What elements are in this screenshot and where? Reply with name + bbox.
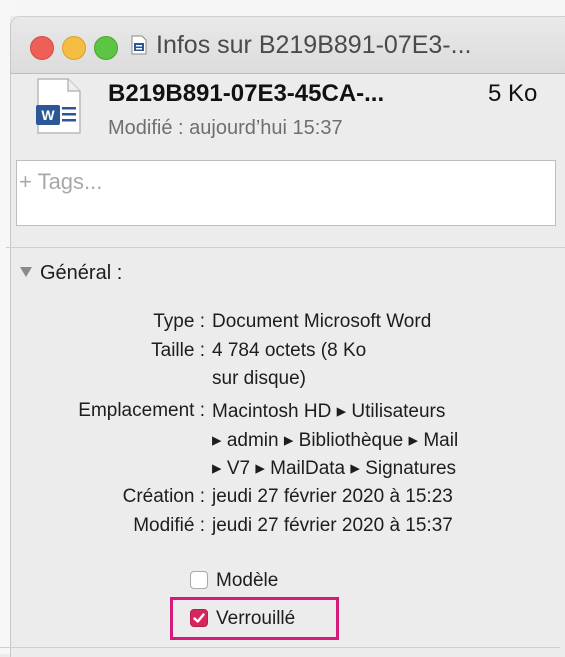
- type-value: Document Microsoft Word: [212, 311, 432, 332]
- type-label: Type :: [153, 311, 205, 332]
- close-button[interactable]: [30, 36, 54, 60]
- stationery-pad-label: Modèle: [216, 570, 279, 591]
- location-value-3: ▸ V7 ▸ MailData ▸ Signatures: [212, 458, 457, 479]
- document-icon: [131, 35, 147, 55]
- desktop-edge-left: [0, 0, 10, 654]
- minimize-button[interactable]: [62, 36, 86, 60]
- modified-label: Modifié :: [133, 515, 205, 536]
- file-size: 5 Ko: [488, 80, 538, 107]
- window-title: Infos sur B219B891-07E3-...: [156, 31, 472, 59]
- general-heading: Général :: [40, 262, 123, 284]
- info-window: Infos sur B219B891-07E3-...: [10, 16, 565, 657]
- size-value: 4 784 octets (8 Ko: [212, 340, 367, 361]
- location-value-2: ▸ admin ▸ Bibliothèque ▸ Mail: [212, 430, 459, 451]
- size-value-cont: sur disque): [212, 368, 306, 389]
- modified-date: Modifié : aujourd’hui 15:37: [108, 117, 343, 139]
- stationery-pad-checkbox[interactable]: [190, 571, 208, 589]
- tags-field[interactable]: + Tags...: [16, 160, 556, 226]
- stationery-pad-checkbox-row[interactable]: Modèle: [190, 570, 390, 596]
- highlight-box: [170, 597, 339, 640]
- zoom-button[interactable]: [94, 36, 118, 60]
- modified-value: jeudi 27 février 2020 à 15:37: [212, 515, 453, 536]
- svg-text:W: W: [41, 107, 55, 123]
- title-bar[interactable]: Infos sur B219B891-07E3-...: [11, 17, 565, 74]
- file-name: B219B891-07E3-45CA-...: [108, 80, 385, 107]
- desktop-edge-top: [0, 0, 565, 16]
- general-section-header[interactable]: Général :: [20, 262, 122, 285]
- section-divider: [6, 247, 565, 248]
- created-value: jeudi 27 février 2020 à 15:23: [212, 486, 453, 507]
- disclosure-triangle-icon[interactable]: [20, 267, 32, 277]
- bottom-divider: [0, 647, 560, 648]
- word-document-icon: W: [36, 77, 82, 135]
- created-label: Création :: [122, 486, 205, 507]
- location-label: Emplacement :: [78, 400, 205, 421]
- location-value: Macintosh HD ▸ Utilisateurs: [212, 401, 446, 422]
- size-label: Taille :: [151, 340, 205, 361]
- tags-placeholder: + Tags...: [19, 169, 103, 194]
